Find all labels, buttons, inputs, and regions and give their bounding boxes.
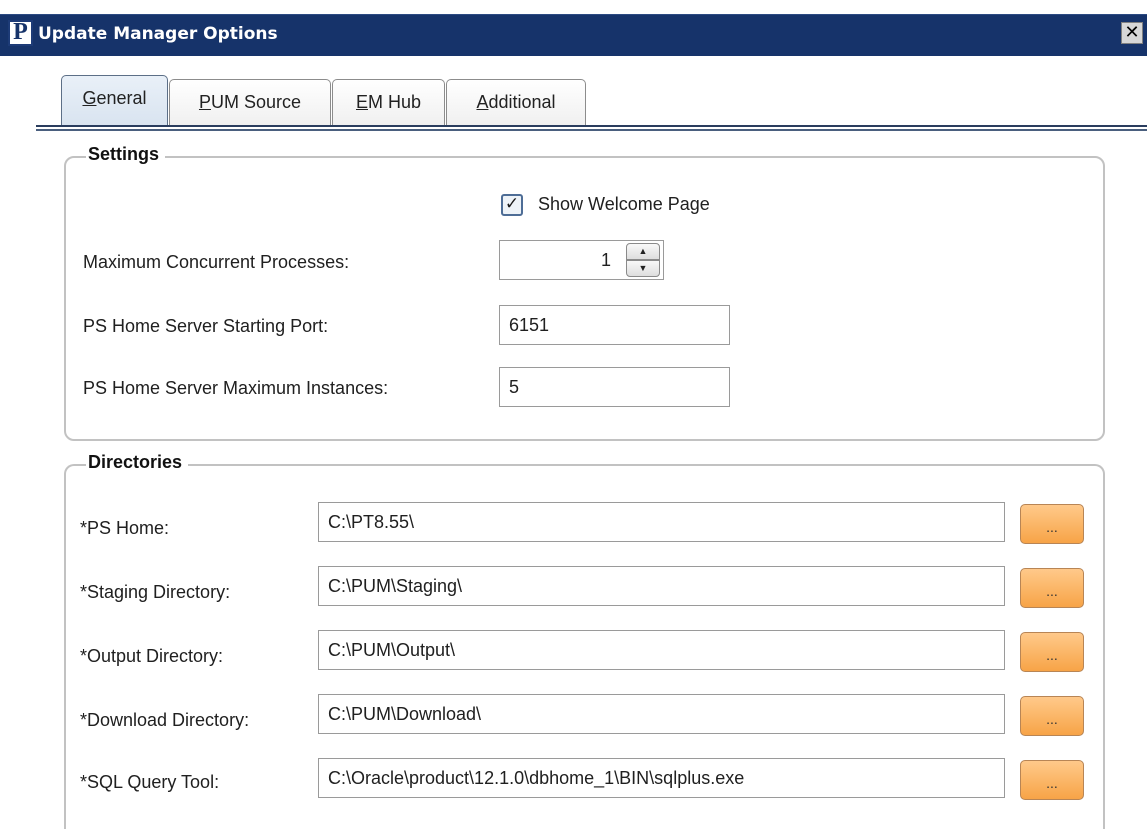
- starting-port-label: PS Home Server Starting Port:: [83, 316, 329, 336]
- max-concurrent-label: Maximum Concurrent Processes:: [83, 252, 350, 272]
- show-welcome-page-label: Show Welcome Page: [538, 194, 710, 214]
- download-browse-button[interactable]: ...: [1020, 696, 1084, 736]
- peoplesoft-app-icon: P: [8, 20, 33, 46]
- staging-browse-button[interactable]: ...: [1020, 568, 1084, 608]
- settings-legend: Settings: [86, 144, 166, 165]
- max-concurrent-stepper[interactable]: 1 ▲ ▼: [499, 240, 664, 280]
- arrow-down-icon: ▼: [638, 263, 648, 273]
- tab-additional-label: dditional: [488, 92, 556, 112]
- window-title: Update Manager Options: [38, 24, 278, 44]
- tab-pum-source-mnemonic: P: [198, 92, 211, 112]
- tab-divider-shadow: [36, 129, 1147, 131]
- tab-general-label: eneral: [96, 88, 147, 108]
- max-concurrent-value: 1: [600, 250, 611, 270]
- output-browse-button[interactable]: ...: [1020, 632, 1084, 672]
- output-directory-label: *Output Directory:: [80, 646, 224, 666]
- stepper-up-button[interactable]: ▲: [626, 243, 660, 260]
- settings-group: Settings ✓ Show Welcome Page Maximum Con…: [64, 144, 1105, 441]
- tab-em-hub[interactable]: EM Hub: [332, 79, 445, 125]
- close-icon: ✕: [1124, 22, 1140, 43]
- download-directory-label: *Download Directory:: [80, 710, 250, 730]
- sql-query-tool-field[interactable]: C:\Oracle\product\12.1.0\dbhome_1\BIN\sq…: [318, 758, 1005, 798]
- tab-general[interactable]: General: [61, 75, 168, 125]
- tab-em-hub-mnemonic: E: [355, 92, 368, 112]
- tab-strip: General PUM Source EM Hub Additional: [0, 73, 1147, 131]
- tab-additional[interactable]: Additional: [446, 79, 586, 125]
- checkmark-icon: ✓: [504, 194, 520, 214]
- output-directory-field[interactable]: C:\PUM\Output\: [318, 630, 1005, 670]
- tab-pum-source[interactable]: PUM Source: [169, 79, 331, 125]
- tab-additional-mnemonic: A: [476, 92, 489, 112]
- ps-home-field[interactable]: C:\PT8.55\: [318, 502, 1005, 542]
- tab-general-mnemonic: G: [82, 88, 97, 108]
- stepper-down-button[interactable]: ▼: [626, 260, 660, 277]
- staging-directory-label: *Staging Directory:: [80, 582, 231, 602]
- sql-query-tool-browse-button[interactable]: ...: [1020, 760, 1084, 800]
- download-directory-field[interactable]: C:\PUM\Download\: [318, 694, 1005, 734]
- max-instances-field[interactable]: 5: [499, 367, 730, 407]
- update-manager-options-window: P Update Manager Options ✕ General PUM S…: [0, 0, 1147, 829]
- starting-port-field[interactable]: 6151: [499, 305, 730, 345]
- tab-pum-source-label: UM Source: [210, 92, 302, 112]
- directories-legend: Directories: [86, 452, 189, 473]
- tab-divider: [36, 125, 1147, 127]
- arrow-up-icon: ▲: [638, 246, 648, 256]
- sql-query-tool-label: *SQL Query Tool:: [80, 772, 220, 792]
- close-button[interactable]: ✕: [1121, 22, 1143, 44]
- ps-home-browse-button[interactable]: ...: [1020, 504, 1084, 544]
- ps-home-label: *PS Home:: [80, 518, 170, 538]
- max-instances-label: PS Home Server Maximum Instances:: [83, 378, 389, 398]
- tab-em-hub-label: M Hub: [368, 92, 422, 112]
- show-welcome-page-checkbox[interactable]: ✓: [501, 194, 523, 216]
- staging-directory-field[interactable]: C:\PUM\Staging\: [318, 566, 1005, 606]
- title-bar[interactable]: P Update Manager Options ✕: [0, 14, 1147, 56]
